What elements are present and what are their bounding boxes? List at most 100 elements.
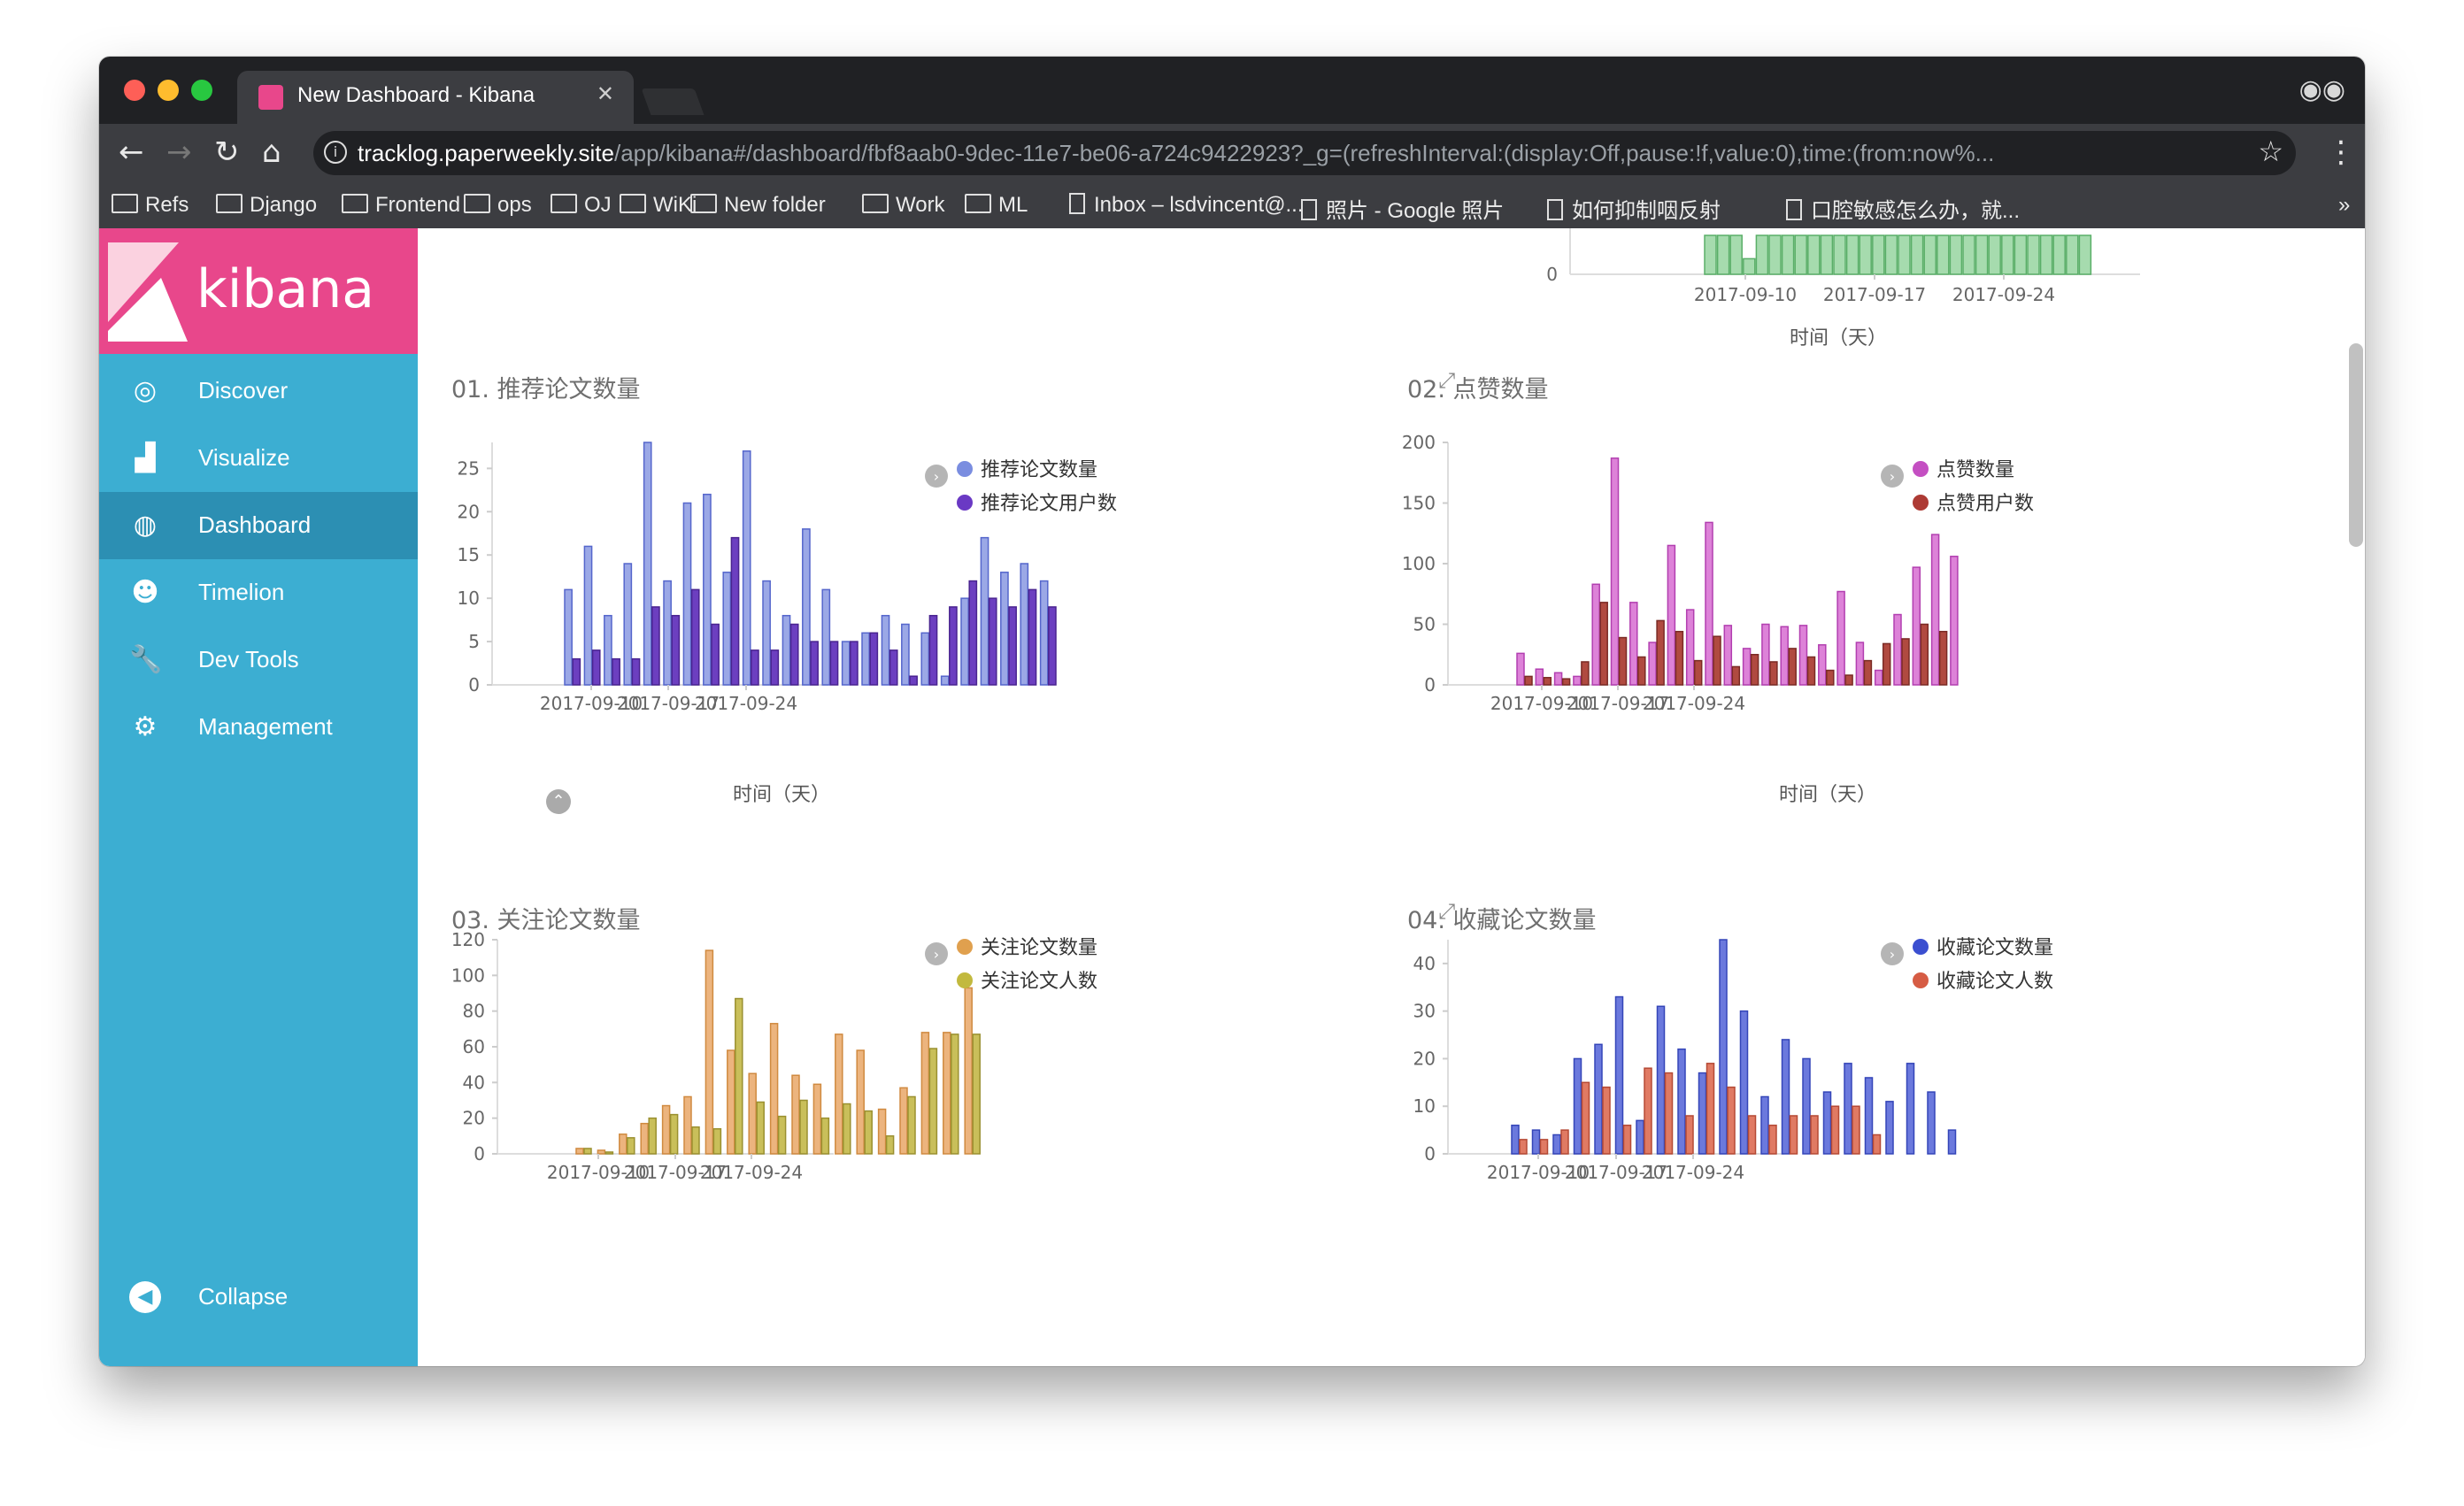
bar-primary (1781, 1039, 1790, 1155)
bookmark-item[interactable]: 如何抑制咽反射 (1547, 193, 1721, 224)
sidebar-item-label: Visualize (198, 444, 290, 471)
bookmark-item[interactable]: Inbox – lsdvincent@... (1069, 193, 1303, 218)
sidebar-item-discover[interactable]: ◎ Discover (99, 357, 418, 425)
bar-primary (1912, 566, 1921, 686)
kibana-logo[interactable]: kibana (99, 228, 418, 354)
bookmark-item[interactable]: New folder (690, 193, 826, 218)
bar-primary (1511, 1124, 1520, 1155)
bar-secondary (756, 1101, 765, 1155)
zoom-window-button[interactable] (191, 80, 212, 101)
bar-secondary (1524, 675, 1533, 686)
bar-secondary (1622, 1124, 1632, 1155)
bar-secondary (1675, 630, 1684, 686)
bar-primary (1648, 642, 1657, 686)
bar-primary (1039, 580, 1049, 686)
bar-primary (1820, 234, 1834, 275)
page-scrollbar[interactable] (2349, 343, 2363, 547)
bookmark-item[interactable]: Django (216, 193, 317, 218)
y-tick-label: 120 (451, 929, 485, 950)
folder-icon (965, 194, 991, 213)
panel-title-02: 02. 点赞数量 (1407, 376, 1549, 403)
bookmark-item[interactable]: 口腔敏感怎么办，就... (1786, 193, 2020, 224)
x-tick-label: 2017-09-24 (1642, 1162, 1744, 1183)
browser-menu-icon[interactable]: ⋮ (2326, 134, 2356, 170)
more-bookmarks-button[interactable]: » (2338, 193, 2350, 218)
bar-primary (1723, 625, 1733, 686)
bar-primary (1516, 652, 1525, 686)
chart-top-partial: 0 2017-09-10 2017-09-17 2017-09-24 (1546, 228, 2140, 305)
bar-secondary (810, 641, 819, 686)
x-tick-label: 2017-09-24 (1952, 284, 2055, 305)
bar-primary (1531, 1129, 1541, 1155)
y-tick-label: 0 (474, 1143, 485, 1164)
bar-primary (2027, 234, 2040, 275)
bar-primary (1573, 675, 1582, 686)
bookmark-item[interactable]: ML (965, 193, 1028, 218)
y-tick-label: 25 (458, 457, 480, 479)
sidebar-item-timelion[interactable]: ☻ Timelion (99, 559, 418, 626)
bar-primary (742, 450, 751, 686)
info-icon[interactable]: i (324, 141, 347, 164)
tab-close-icon[interactable]: ✕ (597, 81, 614, 106)
bar-primary (877, 1108, 887, 1155)
new-tab-button[interactable] (641, 88, 705, 115)
bar-primary (821, 588, 831, 686)
bar-primary (1884, 234, 1898, 275)
legend-label: 推荐论文用户数 (981, 493, 1117, 515)
bar-primary (1705, 521, 1713, 686)
bar-secondary (928, 614, 938, 686)
collapse-button[interactable]: ◀ Collapse (99, 1264, 418, 1331)
bar-primary (1716, 234, 1730, 275)
timelion-icon: ☻ (131, 577, 159, 608)
folder-icon (690, 194, 717, 213)
bar-secondary (735, 997, 743, 1155)
bookmark-item[interactable]: Work (862, 193, 945, 218)
bar-primary (1794, 234, 1807, 275)
bar-primary (1949, 234, 1963, 275)
sidebar-item-label: Timelion (198, 579, 285, 605)
legend-label: 关注论文人数 (981, 971, 1097, 993)
bar-primary (1859, 234, 1872, 275)
bar-secondary (789, 623, 799, 686)
forward-icon[interactable]: → (166, 134, 192, 170)
bar-primary (583, 545, 593, 686)
address-bar[interactable]: i tracklog.paperweekly.site/app/kibana#/… (313, 131, 2296, 175)
sidebar-item-management[interactable]: ⚙ Management (99, 694, 418, 761)
sidebar-item-visualize[interactable]: ▟ Visualize (99, 425, 418, 492)
bookmark-item[interactable]: ops (464, 193, 532, 218)
bar-secondary (1872, 1133, 1882, 1155)
bookmark-item[interactable]: WiKi (620, 193, 697, 218)
bar-primary (769, 1023, 779, 1155)
bar-primary (1818, 644, 1827, 686)
back-icon[interactable]: ← (119, 134, 144, 170)
bar-primary (727, 1049, 735, 1155)
bar-primary (1893, 613, 1902, 686)
dashboard-icon: ◍ (133, 510, 158, 541)
sidebar-item-dashboard[interactable]: ◍ Dashboard (99, 492, 418, 559)
bookmark-item[interactable]: OJ (551, 193, 612, 218)
bar-secondary (777, 1115, 787, 1155)
minimize-window-button[interactable] (158, 80, 179, 101)
bar-secondary (1048, 606, 1057, 686)
bookmark-item[interactable]: Refs (112, 193, 189, 218)
bookmark-item[interactable]: Frontend (342, 193, 460, 218)
page-icon (1301, 199, 1317, 220)
bookmark-star-icon[interactable]: ☆ (2258, 134, 2283, 168)
bar-secondary (843, 1103, 851, 1155)
bar-secondary (829, 641, 839, 686)
home-icon[interactable]: ⌂ (262, 134, 281, 170)
y-tick-label: 40 (1413, 953, 1436, 974)
bar-primary (1698, 1072, 1707, 1155)
close-window-button[interactable] (124, 80, 145, 101)
browser-tab[interactable]: New Dashboard - Kibana ✕ (237, 71, 634, 124)
reload-icon[interactable]: ↻ (214, 134, 240, 170)
bookmark-item[interactable]: 照片 - Google 照片 (1301, 193, 1504, 224)
bar-primary (960, 597, 969, 686)
bar-primary (1872, 234, 1885, 275)
folder-icon (551, 194, 577, 213)
bar-primary (1636, 1119, 1644, 1155)
bar-secondary (711, 623, 720, 686)
sidebar-item-dev-tools[interactable]: 🔧 Dev Tools (99, 626, 418, 694)
panel-01-legend-collapse-icon[interactable]: ⌃ (546, 789, 571, 814)
bar-primary (1910, 234, 1924, 275)
